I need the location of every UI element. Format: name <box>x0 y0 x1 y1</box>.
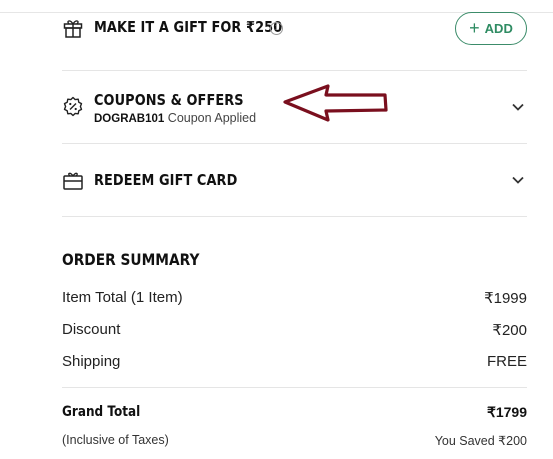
divider <box>62 143 527 144</box>
add-gift-button[interactable]: + ADD <box>455 12 527 45</box>
coupons-title: COUPONS & OFFERS <box>94 91 244 109</box>
divider <box>62 387 527 388</box>
summary-label: Discount <box>62 321 121 338</box>
gift-title: MAKE IT A GIFT FOR ₹250 <box>94 18 283 36</box>
gift-card-title: REDEEM GIFT CARD <box>94 171 238 189</box>
info-icon[interactable]: i <box>270 22 283 35</box>
coupon-code: DOGRAB101 <box>94 113 165 125</box>
order-summary-title: ORDER SUMMARY <box>62 250 200 269</box>
add-button-label: ADD <box>484 21 513 36</box>
summary-label: Shipping <box>62 353 121 370</box>
coupon-applied-text: Coupon Applied <box>167 111 257 125</box>
grand-total-label: Grand Total <box>62 404 141 420</box>
gift-card-icon <box>63 172 83 190</box>
gift-icon <box>63 20 83 38</box>
tax-note: (Inclusive of Taxes) <box>62 433 169 447</box>
saved-text: You Saved ₹200 <box>434 434 527 448</box>
summary-label: Item Total (1 Item) <box>62 289 183 306</box>
chevron-down-icon[interactable] <box>511 100 525 114</box>
summary-value: FREE <box>486 353 527 370</box>
discount-badge-icon <box>63 96 83 117</box>
divider <box>62 70 527 71</box>
summary-value: ₹1999 <box>484 290 527 307</box>
gift-row: MAKE IT A GIFT FOR ₹250 i + ADD <box>62 12 527 46</box>
summary-value: ₹200 <box>492 322 527 339</box>
coupon-status: DOGRAB101 Coupon Applied <box>94 111 256 125</box>
plus-icon: + <box>469 17 480 38</box>
grand-total-value: ₹1799 <box>486 404 527 420</box>
gift-card-row[interactable]: REDEEM GIFT CARD <box>62 168 527 194</box>
left-arrow-annotation <box>283 84 388 122</box>
divider <box>62 216 527 217</box>
chevron-down-icon[interactable] <box>511 173 525 187</box>
